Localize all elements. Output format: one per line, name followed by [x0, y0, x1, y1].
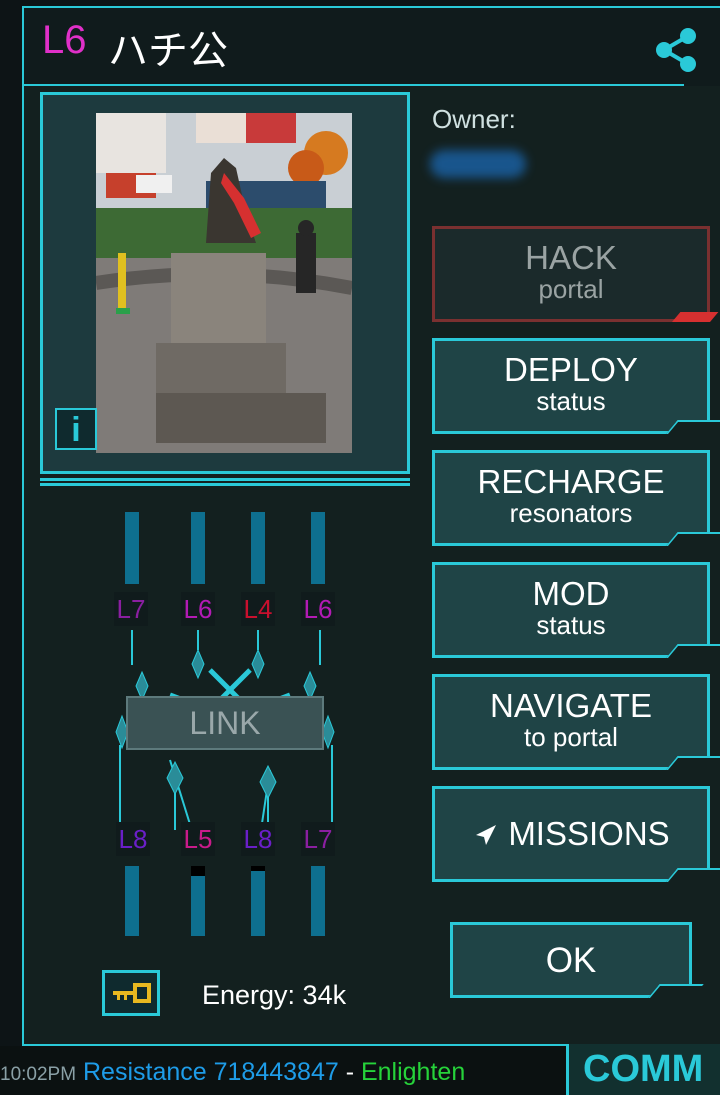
resonator-bar-bottom-2[interactable] — [191, 866, 205, 936]
deploy-button-label: DEPLOY — [504, 351, 638, 388]
navigate-button-sublabel: to portal — [524, 722, 618, 752]
portal-name: ハチ公 — [108, 28, 228, 74]
comm-button[interactable]: COMM — [566, 1044, 720, 1095]
comm-ticker[interactable]: 10:02PM Resistance 718443847 - Enlighten — [0, 1058, 465, 1087]
recharge-button[interactable]: RECHARGE resonators — [432, 450, 720, 546]
mod-button-sublabel: status — [536, 610, 606, 640]
link-button[interactable]: LINK — [126, 696, 324, 750]
deploy-button-sublabel: status — [536, 386, 606, 416]
photo-frame-divider — [40, 478, 410, 486]
ok-button-label: OK — [545, 941, 597, 980]
title-underline — [24, 84, 684, 86]
recharge-button-label: RECHARGE — [477, 463, 665, 500]
mod-button-label: MOD — [532, 575, 610, 612]
ok-button[interactable]: OK — [450, 922, 704, 998]
resonator-bar-top-2[interactable] — [191, 512, 205, 584]
resonator-bar-top-4[interactable] — [311, 512, 325, 584]
resonator-bar-top-3[interactable] — [251, 512, 265, 584]
owner-name-blurred — [430, 150, 526, 178]
owner-label: Owner: — [432, 104, 516, 134]
hack-button[interactable]: HACK portal — [432, 226, 719, 322]
missions-arrow-icon — [476, 825, 497, 846]
resonator-level-top-1: L7 — [114, 592, 148, 626]
recharge-button-sublabel: resonators — [509, 498, 633, 528]
hack-button-label: HACK — [525, 239, 617, 276]
resonator-bar-bottom-4[interactable] — [311, 866, 325, 936]
navigate-button[interactable]: NAVIGATE to portal — [432, 674, 720, 770]
portal-level: L6 — [42, 18, 87, 62]
navigate-button-label: NAVIGATE — [490, 687, 652, 724]
comm-time: 10:02PM — [0, 1064, 77, 1085]
resonator-bar-top-1[interactable] — [125, 512, 139, 584]
resonator-level-bottom-1: L8 — [116, 822, 150, 856]
resonator-bar-bottom-3[interactable] — [251, 866, 265, 936]
missions-button-label: MISSIONS — [508, 815, 670, 852]
resonator-level-bottom-3: L8 — [241, 822, 275, 856]
portal-energy: Energy: 34k — [202, 980, 347, 1010]
hack-button-sublabel: portal — [538, 274, 604, 304]
portal-photo[interactable] — [96, 113, 352, 453]
missions-button[interactable]: MISSIONS — [432, 786, 720, 882]
resonator-level-bottom-2: L5 — [181, 822, 215, 856]
info-button[interactable]: i — [55, 408, 97, 450]
resonator-level-bottom-4: L7 — [301, 822, 335, 856]
resonator-level-top-3: L4 — [241, 592, 275, 626]
resonator-level-top-4: L6 — [301, 592, 335, 626]
share-icon[interactable] — [654, 26, 700, 74]
resonator-level-top-2: L6 — [181, 592, 215, 626]
deploy-button[interactable]: DEPLOY status — [432, 338, 720, 434]
mod-button[interactable]: MOD status — [432, 562, 720, 658]
missions-button-content: MISSIONS — [435, 817, 707, 851]
resonator-bar-bottom-1[interactable] — [125, 866, 139, 936]
key-icon[interactable] — [102, 970, 160, 1016]
key-glyph-icon — [113, 983, 151, 1003]
comm-separator: - — [338, 1058, 361, 1086]
comm-enlightened-score: Enlighten — [360, 1058, 466, 1086]
comm-resistance-score: Resistance 718443847 — [83, 1058, 339, 1086]
